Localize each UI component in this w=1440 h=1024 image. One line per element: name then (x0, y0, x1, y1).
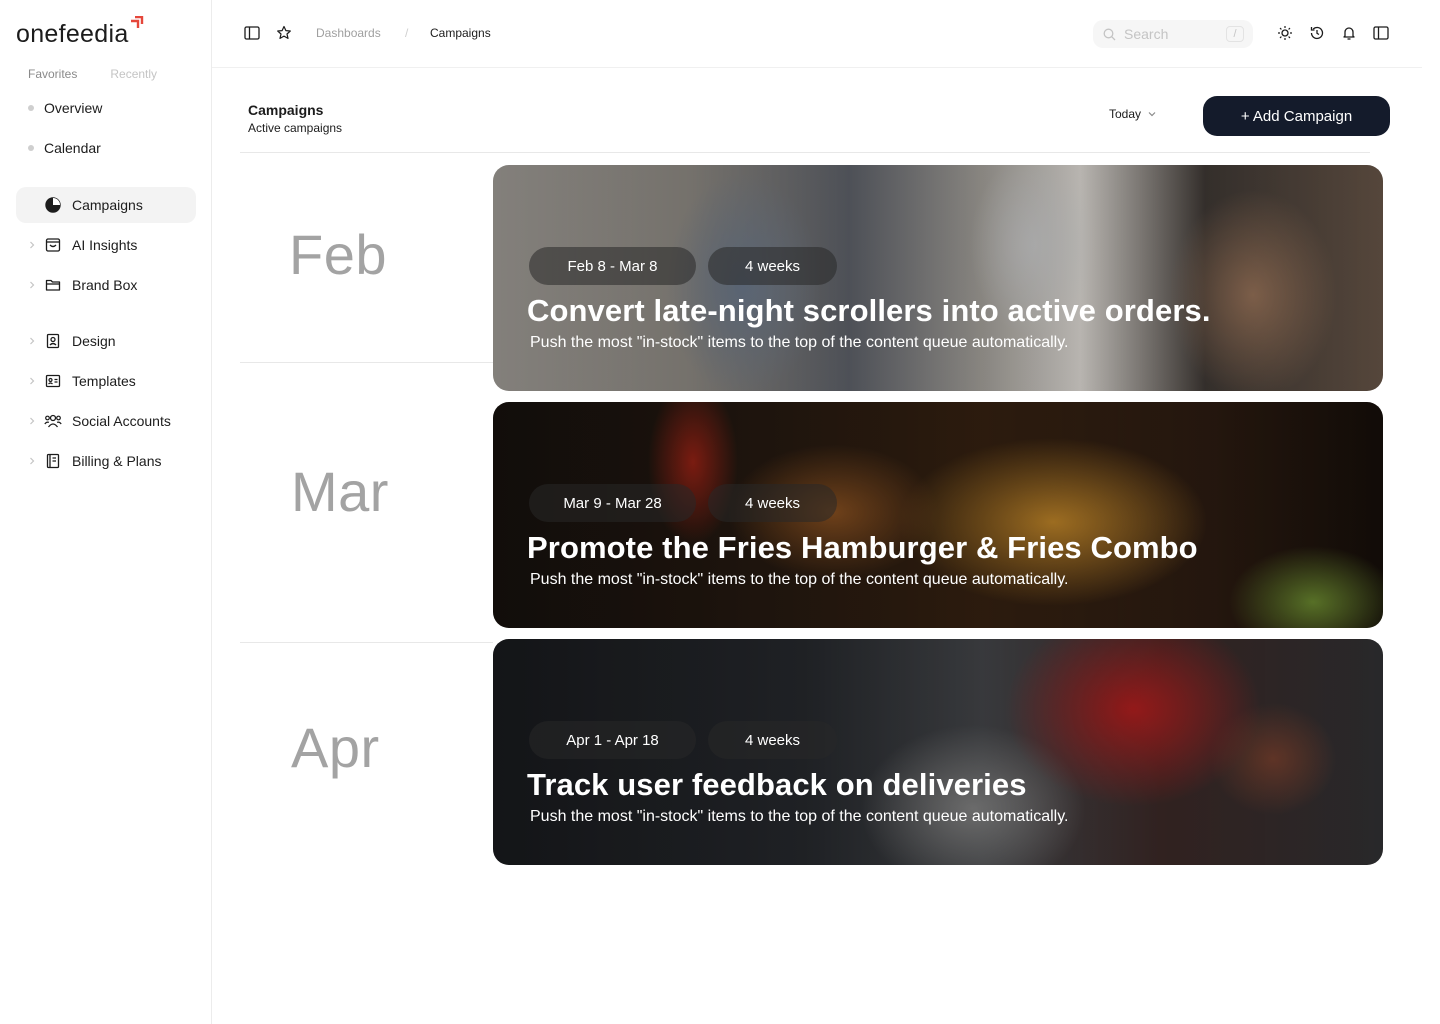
sidebar-item-brand-box[interactable]: Brand Box (16, 267, 196, 303)
inbox-icon (44, 236, 62, 254)
sidebar-item-templates[interactable]: Templates (16, 363, 196, 399)
id-card-icon (44, 372, 62, 390)
chevron-right-icon[interactable] (26, 279, 38, 291)
month-label-feb: Feb (289, 223, 387, 286)
star-icon[interactable] (275, 24, 293, 42)
sidebar-item-label: AI Insights (72, 237, 138, 253)
chevron-right-icon[interactable] (26, 335, 38, 347)
campaign-card[interactable]: Feb 8 - Mar 8 4 weeks Convert late-night… (493, 165, 1383, 391)
notebook-icon (44, 452, 62, 470)
top-bar: Dashboards / Campaigns Search / (212, 0, 1422, 68)
search-placeholder: Search (1124, 26, 1169, 42)
breadcrumb-current: Campaigns (430, 26, 491, 40)
history-icon[interactable] (1308, 24, 1326, 42)
breadcrumb-dashboards[interactable]: Dashboards (316, 26, 381, 40)
sidebar-item-label: Campaigns (72, 197, 143, 213)
page-subtitle: Active campaigns (248, 121, 343, 135)
header-divider (240, 152, 1370, 153)
date-range-pill: Mar 9 - Mar 28 (529, 484, 696, 522)
sidebar-item-label: Templates (72, 373, 136, 389)
sidebar-item-social-accounts[interactable]: Social Accounts (16, 403, 196, 439)
campaign-title: Convert late-night scrollers into active… (527, 293, 1211, 328)
month-label-apr: Apr (291, 716, 380, 779)
date-range-pill: Feb 8 - Mar 8 (529, 247, 696, 285)
row-divider (240, 642, 493, 643)
folder-icon (44, 276, 62, 294)
campaign-card[interactable]: Mar 9 - Mar 28 4 weeks Promote the Fries… (493, 402, 1383, 628)
month-label-mar: Mar (291, 460, 389, 523)
tab-favorites[interactable]: Favorites (28, 67, 77, 81)
chevron-right-icon[interactable] (26, 375, 38, 387)
chevron-right-icon[interactable] (26, 415, 38, 427)
sidebar-item-billing-plans[interactable]: Billing & Plans (16, 443, 196, 479)
pie-chart-icon (44, 196, 62, 214)
sidebar-item-label: Calendar (44, 140, 101, 156)
brand-name: onefeedia (16, 20, 129, 48)
sidebar-item-label: Design (72, 333, 116, 349)
campaign-description: Push the most "in-stock" items to the to… (530, 334, 1069, 351)
campaign-description: Push the most "in-stock" items to the to… (530, 571, 1069, 588)
panel-toggle-icon[interactable] (1372, 24, 1390, 42)
chevron-right-icon[interactable] (26, 455, 38, 467)
duration-pill: 4 weeks (708, 484, 837, 522)
brand-logo[interactable]: onefeedia (16, 16, 144, 52)
sidebar-item-label: Billing & Plans (72, 453, 162, 469)
campaign-card[interactable]: Apr 1 - Apr 18 4 weeks Track user feedba… (493, 639, 1383, 865)
duration-pill: 4 weeks (708, 247, 837, 285)
sidebar-item-campaigns[interactable]: Campaigns (16, 187, 196, 223)
tab-recently[interactable]: Recently (110, 67, 157, 81)
sidebar-item-ai-insights[interactable]: AI Insights (16, 227, 196, 263)
users-icon (44, 412, 62, 430)
sidebar-toggle-icon[interactable] (243, 24, 261, 42)
breadcrumb-separator: / (405, 26, 409, 40)
duration-pill: 4 weeks (708, 721, 837, 759)
chevron-right-icon[interactable] (26, 239, 38, 251)
sidebar-item-design[interactable]: Design (16, 323, 196, 359)
add-campaign-button[interactable]: + Add Campaign (1203, 96, 1390, 136)
sidebar-item-label: Brand Box (72, 277, 138, 293)
sidebar-item-label: Social Accounts (72, 413, 171, 429)
bullet-icon (28, 145, 34, 151)
sidebar-tabs: Favorites Recently (28, 67, 157, 81)
id-badge-icon (44, 332, 62, 350)
campaign-description: Push the most "in-stock" items to the to… (530, 808, 1069, 825)
sidebar-item-label: Overview (44, 100, 103, 116)
date-range-pill: Apr 1 - Apr 18 (529, 721, 696, 759)
bell-icon[interactable] (1340, 24, 1358, 42)
search-icon (1102, 27, 1116, 41)
date-filter-dropdown[interactable]: Today (1109, 107, 1157, 121)
sidebar: onefeedia Favorites Recently Overview Ca… (0, 0, 212, 1024)
chevron-down-icon (1148, 112, 1156, 117)
row-divider (240, 362, 493, 363)
sidebar-item-overview[interactable]: Overview (28, 98, 102, 118)
search-shortcut: / (1226, 26, 1244, 42)
campaign-title: Promote the Fries Hamburger & Fries Comb… (527, 530, 1198, 565)
date-filter-label: Today (1109, 107, 1142, 121)
sun-icon[interactable] (1276, 24, 1294, 42)
page-title: Campaigns (248, 102, 324, 118)
sidebar-item-calendar[interactable]: Calendar (28, 138, 101, 158)
campaign-title: Track user feedback on deliveries (527, 767, 1027, 802)
search-input[interactable]: Search / (1093, 20, 1253, 48)
logo-arrow-icon (130, 16, 143, 28)
bullet-icon (28, 105, 34, 111)
